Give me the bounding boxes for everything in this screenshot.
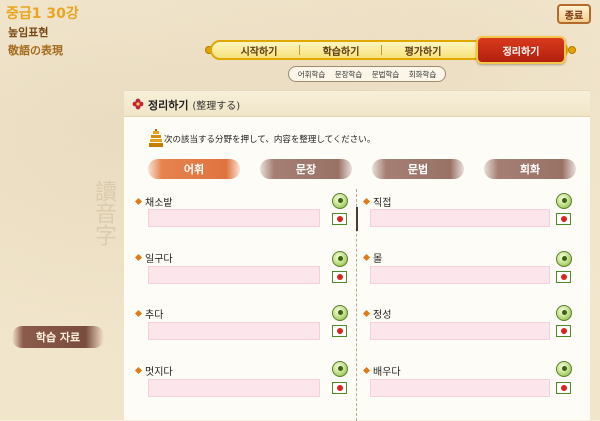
vocab-word: 멋지다: [145, 367, 173, 378]
answer-field[interactable]: [148, 266, 320, 284]
lesson-topic-japanese: 敬語の表現: [8, 44, 63, 57]
panel-title-text: 정리하기: [148, 99, 189, 112]
pagoda-icon: [149, 129, 163, 147]
tab-evaluate-label: 평가하기: [404, 46, 442, 58]
subtab-conversation[interactable]: 회화학습: [409, 69, 437, 80]
category-grammar-button[interactable]: 문법: [372, 159, 464, 179]
review-panel: 정리하기 (整理する) 次の該当する分野を押して、内容を整理してください。 어휘…: [124, 90, 590, 421]
vocab-item-label: 추다: [134, 306, 164, 321]
japanese-translation-icon[interactable]: [332, 325, 347, 337]
audio-play-icon[interactable]: [556, 361, 572, 377]
vocab-word: 배우다: [373, 367, 401, 378]
japanese-translation-icon[interactable]: [556, 382, 571, 394]
bullet-icon: [134, 366, 143, 375]
flower-icon: [132, 98, 144, 110]
sub-tab-bar: 어휘학습 문장학습 문법학습 회화학습: [288, 66, 446, 82]
lesson-title: 중급1 30강: [6, 6, 79, 22]
vocab-item-label: 채소밭: [134, 194, 173, 209]
background-calligraphy-decoration: 讀音字: [91, 180, 116, 246]
japanese-translation-icon[interactable]: [556, 271, 571, 283]
tab-review-label: 정리하기: [502, 46, 540, 58]
vocab-word: 직접: [373, 198, 392, 209]
bullet-icon: [134, 253, 143, 262]
japanese-translation-icon[interactable]: [556, 325, 571, 337]
answer-field[interactable]: [148, 209, 320, 227]
vocab-word: 몰: [373, 254, 383, 265]
vocab-word: 추다: [145, 310, 164, 321]
end-button[interactable]: 종료: [557, 4, 591, 24]
tab-review[interactable]: 정리하기: [476, 36, 566, 64]
panel-header: 정리하기 (整理する): [124, 91, 590, 117]
audio-play-icon[interactable]: [556, 193, 572, 209]
tab-study-label: 학습하기: [322, 46, 360, 58]
audio-play-icon[interactable]: [332, 193, 348, 209]
bullet-icon: [362, 197, 371, 206]
japanese-translation-icon[interactable]: [332, 271, 347, 283]
tabbar-right-ornament: [568, 46, 576, 54]
lesson-topic-korean: 높임표현: [8, 26, 49, 39]
tab-study[interactable]: 학습하기: [300, 42, 382, 58]
vocab-word: 정성: [373, 310, 392, 321]
panel-title-subtitle: (整理する): [192, 101, 241, 112]
app-window: 중급1 30강 높임표현 敬語の表現 讀音字 학습 자료 종료 시작하기 학습하…: [0, 0, 600, 421]
answer-field[interactable]: [370, 322, 550, 340]
vocab-item-label: 정성: [362, 306, 392, 321]
tab-start-label: 시작하기: [240, 46, 278, 58]
column-divider-marker: [356, 207, 358, 231]
category-conversation-button[interactable]: 회화: [484, 159, 576, 179]
panel-title: 정리하기 (整理する): [148, 97, 240, 113]
answer-field[interactable]: [370, 266, 550, 284]
bullet-icon: [362, 253, 371, 262]
audio-play-icon[interactable]: [332, 305, 348, 321]
answer-field[interactable]: [148, 322, 320, 340]
bullet-icon: [362, 366, 371, 375]
vocab-word: 일구다: [145, 254, 173, 265]
subtab-sentence[interactable]: 문장학습: [335, 69, 363, 80]
vocab-item-label: 배우다: [362, 363, 401, 378]
audio-play-icon[interactable]: [556, 251, 572, 267]
category-sentence-button[interactable]: 문장: [260, 159, 352, 179]
vocab-item-label: 직접: [362, 194, 392, 209]
vocab-item-label: 멋지다: [134, 363, 173, 378]
instruction-text: 次の該当する分野を押して、内容を整理してください。: [164, 135, 376, 145]
tab-start[interactable]: 시작하기: [218, 42, 300, 58]
bullet-icon: [134, 309, 143, 318]
answer-field[interactable]: [370, 379, 550, 397]
answer-field[interactable]: [370, 209, 550, 227]
study-material-button[interactable]: 학습 자료: [12, 326, 104, 348]
category-vocabulary-button[interactable]: 어휘: [148, 159, 240, 179]
japanese-translation-icon[interactable]: [332, 213, 347, 225]
subtab-vocabulary[interactable]: 어휘학습: [298, 69, 326, 80]
vocab-item-label: 일구다: [134, 250, 173, 265]
vocab-word: 채소밭: [145, 198, 173, 209]
tab-evaluate[interactable]: 평가하기: [382, 42, 464, 58]
audio-play-icon[interactable]: [332, 361, 348, 377]
bullet-icon: [134, 197, 143, 206]
subtab-grammar[interactable]: 문법학습: [372, 69, 400, 80]
japanese-translation-icon[interactable]: [332, 382, 347, 394]
answer-field[interactable]: [148, 379, 320, 397]
japanese-translation-icon[interactable]: [556, 213, 571, 225]
audio-play-icon[interactable]: [332, 251, 348, 267]
audio-play-icon[interactable]: [556, 305, 572, 321]
bullet-icon: [362, 309, 371, 318]
vocab-item-label: 몰: [362, 250, 383, 265]
